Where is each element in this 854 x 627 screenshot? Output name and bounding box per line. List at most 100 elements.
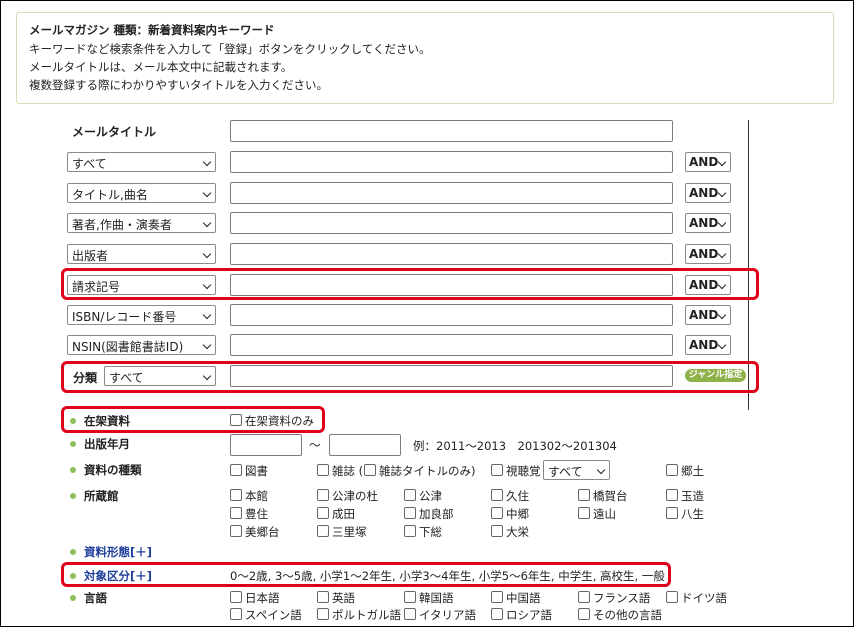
checkbox-label: イタリア語 [419,608,477,622]
operator-select-2[interactable]: AND [685,183,731,203]
field-select-2[interactable]: タイトル,曲名 [67,183,216,203]
language-checkbox[interactable]: スペイン語 [230,607,302,623]
operator-value: AND [689,308,719,322]
material-local-checkbox[interactable]: 郷土 [666,463,704,479]
info-line: キーワードなど検索条件を入力して「登録」ボタンをクリックしてください。 [29,42,431,56]
checkbox-icon [404,507,416,519]
library-checkbox[interactable]: 三里塚 [317,524,367,540]
checkbox-label: 図書 [245,464,268,478]
keyword-input-2[interactable] [230,182,673,204]
library-checkbox[interactable]: 久住 [491,488,529,504]
chevron-down-icon [717,249,727,259]
language-checkbox[interactable]: 中国語 [491,590,541,606]
pub-year-example: 例：2011～2013 201302～201304 [413,439,617,453]
field-select-value: NSIN(図書館書誌ID) [72,340,184,354]
library-checkbox[interactable]: 豊住 [230,506,268,522]
material-av-checkbox[interactable]: 視聴覚 [491,463,541,479]
checkbox-icon [666,507,678,519]
checkbox-icon [404,525,416,537]
material-magazine-only-checkbox[interactable]: 雑誌タイトルのみ) [364,463,476,479]
target-values: 0～2歳, 3～5歳, 小学1～2年生, 小学3～4年生, 小学5～6年生, 中… [230,569,665,583]
field-select-1[interactable]: すべて [67,152,216,172]
language-checkbox[interactable]: 英語 [317,590,355,606]
checkbox-label: 成田 [332,507,355,521]
library-checkbox[interactable]: 下総 [404,524,442,540]
checkbox-label: 英語 [332,591,355,605]
language-checkbox[interactable]: フランス語 [578,590,650,606]
checkbox-icon [666,464,678,476]
operator-select-1[interactable]: AND [685,152,731,172]
library-checkbox[interactable]: 公津の杜 [317,488,378,504]
operator-select-3[interactable]: AND [685,213,731,233]
target-toggle[interactable]: 対象区分[＋] [84,568,152,584]
keyword-input-3[interactable] [230,212,673,234]
keyword-input-1[interactable] [230,151,673,173]
language-checkbox[interactable]: ロシア語 [491,607,552,623]
checkbox-label: 公津の杜 [332,489,378,503]
mail-title-input[interactable] [230,120,673,142]
material-type-label: 資料の種類 [84,463,142,477]
library-checkbox[interactable]: 成田 [317,506,355,522]
field-select-4[interactable]: 出版者 [67,244,216,264]
checkbox-label: 美郷台 [245,525,280,539]
checkbox-icon [666,591,678,603]
checkbox-icon [317,489,329,501]
library-checkbox[interactable]: 中郷 [491,506,529,522]
checkbox-icon [230,507,242,519]
bullet-icon [70,441,76,447]
checkbox-label: 郷土 [681,464,704,478]
material-book-checkbox[interactable]: 図書 [230,463,268,479]
bullet-icon [70,595,76,601]
operator-value: AND [689,216,719,230]
library-checkbox[interactable]: 橋賀台 [578,488,628,504]
pub-year-from-input[interactable] [230,434,302,456]
material-magazine-checkbox[interactable]: 雑誌 ( [317,463,363,479]
checkbox-icon [491,525,503,537]
checkbox-label: ドイツ語 [681,591,727,605]
language-checkbox[interactable]: イタリア語 [404,607,476,623]
checkbox-label: 日本語 [245,591,280,605]
checkbox-label: 公津 [419,489,442,503]
chevron-down-icon [717,188,727,198]
library-checkbox[interactable]: 大栄 [491,524,529,540]
language-checkbox[interactable]: ポルトガル語 [317,607,401,623]
library-checkbox[interactable]: 美郷台 [230,524,280,540]
library-checkbox[interactable]: 加良部 [404,506,454,522]
checkbox-icon [317,507,329,519]
checkbox-label: 遠山 [593,507,616,521]
chevron-down-icon [717,218,727,228]
field-select-3[interactable]: 著者,作曲・演奏者 [67,213,216,233]
language-checkbox[interactable]: ドイツ語 [666,590,727,606]
operator-select-7[interactable]: AND [685,335,731,355]
field-select-value: 著者,作曲・演奏者 [72,218,172,232]
library-checkbox[interactable]: 玉造 [666,488,704,504]
library-checkbox[interactable]: 本館 [230,488,268,504]
bullet-icon [70,467,76,473]
keyword-input-4[interactable] [230,243,673,265]
info-line: 複数登録する際にわかりやすいタイトルを入力ください。 [29,78,328,92]
operator-select-4[interactable]: AND [685,244,731,264]
library-checkbox[interactable]: 八生 [666,506,704,522]
pub-year-to-input[interactable] [329,434,401,456]
checkbox-label: スペイン語 [245,608,302,622]
availability-checkbox[interactable]: 在架資料のみ [230,413,314,429]
checkbox-icon [230,489,242,501]
checkbox-icon [666,489,678,501]
av-select[interactable]: すべて [543,460,610,480]
library-checkbox[interactable]: 遠山 [578,506,616,522]
library-checkbox[interactable]: 公津 [404,488,442,504]
checkbox-icon [491,591,503,603]
field-select-7[interactable]: NSIN(図書館書誌ID) [67,335,216,355]
field-select-6[interactable]: ISBN/レコード番号 [67,305,216,325]
keyword-input-6[interactable] [230,304,673,326]
keyword-input-7[interactable] [230,334,673,356]
operator-select-6[interactable]: AND [685,305,731,325]
chevron-down-icon [202,340,212,350]
av-select-value: すべて [548,465,583,479]
language-checkbox[interactable]: 韓国語 [404,590,454,606]
language-checkbox[interactable]: その他の言語 [578,607,662,623]
format-toggle[interactable]: 資料形態[＋] [84,544,152,560]
language-checkbox[interactable]: 日本語 [230,590,280,606]
checkbox-label: 視聴覚 [506,464,541,478]
checkbox-icon [230,464,242,476]
